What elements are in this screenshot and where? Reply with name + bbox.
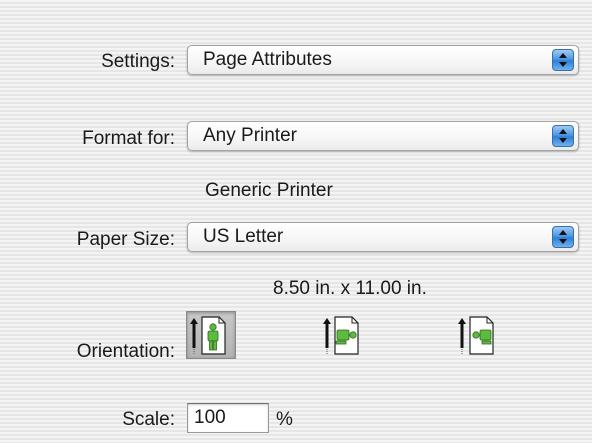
scale-label: Scale: [122,409,175,430]
scale-input[interactable]: 100 [187,403,269,433]
popup-arrows-icon [552,49,574,71]
orientation-label: Orientation: [76,341,175,362]
portrait-orientation-icon [190,316,226,355]
orientation-portrait-button[interactable] [186,311,236,359]
popup-arrows-icon [552,125,574,147]
orientation-reverse-landscape-button[interactable] [454,311,504,359]
paper-size-popup[interactable]: US Letter [187,222,579,252]
settings-label: Settings: [101,51,175,72]
scale-unit: % [276,409,293,430]
paper-dimensions: 8.50 in. x 11.00 in. [273,278,427,299]
scale-input-value: 100 [194,407,226,428]
popup-arrows-icon [552,226,574,248]
orientation-landscape-button[interactable] [319,311,369,359]
settings-popup-value: Page Attributes [203,49,332,70]
landscape-orientation-icon [323,316,359,355]
format-for-popup[interactable]: Any Printer [187,121,579,151]
reverse-landscape-orientation-icon [458,316,494,355]
format-for-popup-value: Any Printer [203,125,297,146]
printer-description: Generic Printer [205,180,333,201]
settings-popup[interactable]: Page Attributes [187,45,579,75]
format-for-label: Format for: [82,128,175,149]
paper-size-popup-value: US Letter [203,226,284,247]
paper-size-label: Paper Size: [76,229,175,250]
